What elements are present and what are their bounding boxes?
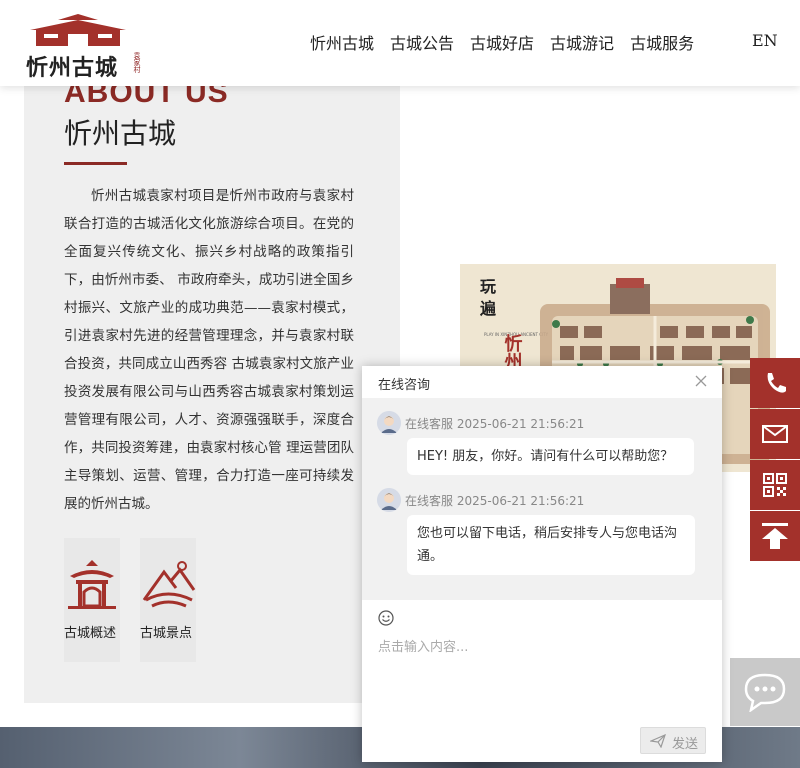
emoji-icon[interactable]	[378, 610, 394, 626]
title-divider	[64, 162, 127, 165]
map-label-all: 遍	[479, 299, 497, 318]
about-panel: ABOUT US 忻州古城 忻州古城袁家村项目是忻州市政府与袁家村联合打造的古城…	[24, 60, 400, 703]
chat-title: 在线咨询	[378, 378, 431, 393]
message-bubble: 您也可以留下电话，稍后安排专人与您电话沟通。	[407, 515, 695, 575]
nav-item-announcements[interactable]: 古城公告	[390, 30, 454, 54]
card-scenic-spots-label: 古城景点	[140, 626, 193, 641]
qrcode-icon	[763, 473, 787, 497]
send-label: 发送	[672, 737, 699, 752]
map-label-play: 玩	[480, 277, 496, 296]
pavilion-icon	[68, 560, 116, 609]
message-meta: 在线客服 2025-06-21 21:56:21	[405, 415, 584, 432]
back-to-top-icon	[762, 523, 788, 549]
language-switch[interactable]: EN	[752, 31, 778, 50]
nav-item-travelogues[interactable]: 古城游记	[550, 30, 614, 54]
mail-button[interactable]	[750, 409, 800, 459]
message-meta: 在线客服 2025-06-21 21:56:21	[405, 492, 584, 509]
message-sender: 在线客服	[405, 494, 454, 508]
back-to-top-button[interactable]	[750, 511, 800, 561]
phone-button[interactable]	[750, 358, 800, 408]
send-button[interactable]: 发送	[640, 727, 706, 754]
nav-item-shops[interactable]: 古城好店	[470, 30, 534, 54]
chat-bubble-icon	[744, 673, 786, 712]
site-logo[interactable]: 忻州古城 袁家村	[26, 12, 144, 81]
message-time: 2025-06-21 21:56:21	[456, 417, 585, 431]
mountain-icon	[142, 561, 196, 608]
message-input[interactable]: 点击输入内容...	[378, 636, 468, 655]
card-scenic-spots[interactable]: 古城景点	[140, 538, 196, 662]
main-nav: 忻州古城 古城公告 古城好店 古城游记 古城服务	[310, 30, 710, 54]
site-header: 忻州古城 袁家村 忻州古城 古城公告 古城好店 古城游记 古城服务 EN	[0, 0, 800, 86]
chat-messages: 在线客服 2025-06-21 21:56:21 HEY! 朋友，你好。请问有什…	[362, 398, 722, 600]
intro-paragraph: 忻州古城袁家村项目是忻州市政府与袁家村联合打造的古城活化文化旅游综合项目。在党的…	[64, 188, 354, 512]
phone-icon	[767, 373, 786, 393]
logo-subtext: 袁家村	[133, 52, 141, 73]
about-title-cn: 忻州古城	[64, 117, 177, 150]
chat-header: 在线咨询	[362, 366, 722, 398]
close-icon[interactable]	[694, 374, 708, 388]
chat-launcher-button[interactable]	[730, 658, 800, 726]
card-overview-label: 古城概述	[64, 626, 117, 641]
chat-input-area: 点击输入内容... 发送	[362, 600, 722, 762]
card-overview[interactable]: 古城概述	[64, 538, 120, 662]
nav-item-ancient-city[interactable]: 忻州古城	[310, 30, 374, 54]
mail-icon	[762, 425, 788, 443]
online-chat-window: 在线咨询 在线客服 2025-06-21 21:56:21 HEY! 朋友，你好…	[362, 366, 722, 762]
agent-avatar	[377, 411, 401, 435]
gate-icon	[30, 14, 126, 46]
user-avatar-icon	[377, 411, 401, 435]
message-sender: 在线客服	[405, 417, 454, 431]
user-avatar-icon	[377, 488, 401, 512]
message-time: 2025-06-21 21:56:21	[456, 494, 585, 508]
qrcode-button[interactable]	[750, 460, 800, 510]
send-icon	[650, 734, 666, 748]
logo-text: 忻州古城	[26, 55, 119, 81]
nav-item-services[interactable]: 古城服务	[630, 30, 694, 54]
message-bubble: HEY! 朋友，你好。请问有什么可以帮助您？	[407, 438, 694, 475]
agent-avatar	[377, 488, 401, 512]
